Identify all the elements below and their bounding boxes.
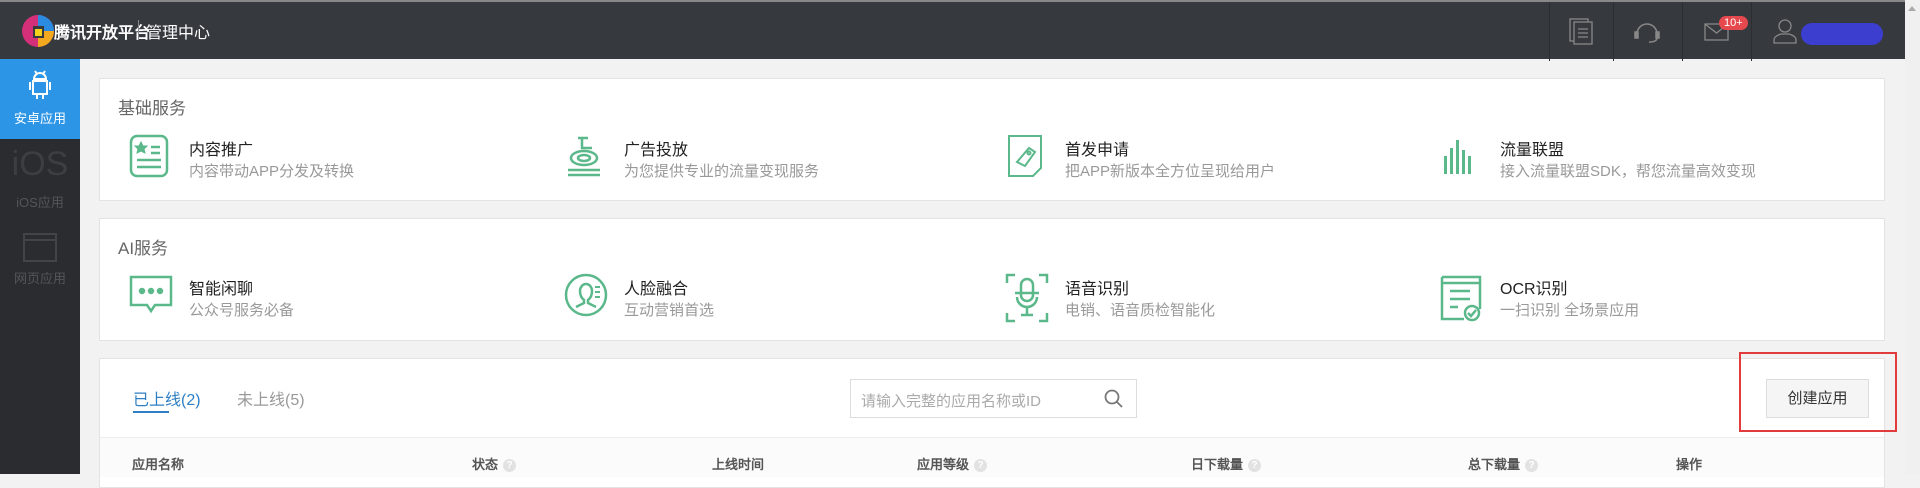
service-title: 流量联盟 bbox=[1500, 142, 1565, 159]
service-speech-recognition[interactable]: 语音识别 电销、语音质检智能化 bbox=[1005, 273, 1425, 323]
document-icon[interactable] bbox=[1566, 16, 1596, 46]
tencent-logo-icon[interactable] bbox=[20, 12, 56, 50]
service-traffic-alliance[interactable]: 流量联盟 接入流量联盟SDK，帮您流量高效变现 bbox=[1440, 134, 1860, 184]
app-search-input[interactable]: 请输入完整的应用名称或ID bbox=[850, 379, 1137, 418]
service-desc: 电销、语音质检智能化 bbox=[1065, 302, 1216, 319]
service-ad-placement[interactable]: 广告投放 为您提供专业的流量变现服务 bbox=[564, 134, 984, 184]
browser-window-icon bbox=[23, 233, 57, 262]
column-label: 应用名称 bbox=[132, 457, 185, 472]
notification-badge: 10+ bbox=[1719, 16, 1748, 30]
service-smart-chat[interactable]: 智能闲聊 公众号服务必备 bbox=[129, 273, 549, 323]
service-desc: 把APP新版本全方位呈现给用户 bbox=[1065, 163, 1276, 180]
column-daily-downloads[interactable]: 日下载量? bbox=[1191, 454, 1262, 473]
column-total-downloads[interactable]: 总下载量? bbox=[1468, 454, 1539, 473]
android-icon bbox=[29, 70, 51, 99]
brand-name[interactable]: 腾讯开放平台 bbox=[54, 19, 150, 43]
service-desc: 互动营销首选 bbox=[624, 302, 715, 319]
service-desc: 内容带动APP分发及转换 bbox=[189, 163, 355, 180]
column-launch-time[interactable]: 上线时间 bbox=[712, 454, 764, 473]
face-icon bbox=[564, 273, 608, 317]
table-header: 应用名称 状态? 上线时间 应用等级? 日下载量? 总下载量? 操作 bbox=[100, 437, 1884, 477]
headset-icon[interactable] bbox=[1632, 16, 1662, 46]
column-label: 日下载量 bbox=[1191, 457, 1244, 472]
section-title: 管理中心 bbox=[146, 25, 211, 42]
service-desc: 接入流量联盟SDK，帮您流量高效变现 bbox=[1500, 163, 1756, 180]
user-icon[interactable] bbox=[1770, 16, 1800, 46]
column-actions[interactable]: 操作 bbox=[1676, 454, 1702, 473]
service-title: 首发申请 bbox=[1065, 142, 1130, 159]
column-label: 应用等级 bbox=[917, 457, 970, 472]
column-label: 上线时间 bbox=[712, 457, 765, 472]
bar-chart-icon bbox=[1444, 140, 1471, 174]
service-desc: 为您提供专业的流量变现服务 bbox=[624, 163, 820, 180]
sidebar-item-label: 网页应用 bbox=[13, 271, 66, 286]
scroll-up-arrow-icon[interactable] bbox=[1908, 6, 1916, 11]
column-status[interactable]: 状态? bbox=[472, 454, 517, 473]
service-title: 智能闲聊 bbox=[189, 281, 254, 298]
service-title: 内容推广 bbox=[189, 142, 254, 159]
column-label: 状态 bbox=[472, 457, 499, 472]
service-content-promotion[interactable]: 内容推广 内容带动APP分发及转换 bbox=[129, 134, 549, 184]
sidebar-item-ios[interactable]: iOS iOS应用 bbox=[0, 139, 80, 219]
sidebar: 安卓应用 iOS iOS应用 网页应用 bbox=[0, 59, 80, 474]
column-app-name[interactable]: 应用名称 bbox=[132, 454, 184, 473]
column-label: 操作 bbox=[1676, 457, 1703, 472]
divider bbox=[1613, 2, 1614, 61]
ocr-document-icon bbox=[1440, 275, 1482, 322]
divider bbox=[1549, 2, 1550, 61]
service-title: OCR识别 bbox=[1500, 281, 1568, 298]
divider bbox=[1682, 2, 1683, 61]
tab-online[interactable]: 已上线(2) bbox=[133, 386, 201, 410]
chat-bubble-icon bbox=[129, 275, 173, 314]
tab-offline[interactable]: 未上线(5) bbox=[237, 386, 305, 410]
sidebar-item-android[interactable]: 安卓应用 bbox=[0, 59, 80, 139]
scrollbar[interactable] bbox=[1905, 0, 1920, 474]
help-icon[interactable]: ? bbox=[1248, 459, 1262, 473]
divider bbox=[1751, 2, 1752, 61]
column-app-level[interactable]: 应用等级? bbox=[917, 454, 988, 473]
basic-services-card: 基础服务 内容推广 内容带动APP分发及转换 广告投放 为您提供专业的流量变现服… bbox=[99, 78, 1885, 201]
tag-icon bbox=[1008, 135, 1042, 177]
ios-icon: iOS bbox=[11, 145, 69, 183]
sidebar-item-label: 安卓应用 bbox=[13, 111, 66, 126]
ad-target-icon bbox=[568, 136, 600, 177]
service-title: 语音识别 bbox=[1065, 281, 1130, 298]
service-title: 广告投放 bbox=[624, 142, 689, 159]
top-header: 腾讯开放平台 管理中心 10+ bbox=[0, 0, 1905, 61]
section-heading: 基础服务 bbox=[118, 99, 186, 118]
service-desc: 公众号服务必备 bbox=[189, 302, 295, 319]
section-heading: AI服务 bbox=[118, 239, 169, 258]
help-icon[interactable]: ? bbox=[1525, 459, 1539, 473]
microphone-scan-icon bbox=[1005, 273, 1049, 323]
service-first-launch[interactable]: 首发申请 把APP新版本全方位呈现给用户 bbox=[1005, 134, 1425, 184]
redacted-username[interactable] bbox=[1801, 23, 1883, 45]
ai-services-card: AI服务 智能闲聊 公众号服务必备 人脸融合 互动营销首选 语音识别 电销、语音… bbox=[99, 218, 1885, 341]
column-label: 总下载量 bbox=[1468, 457, 1521, 472]
highlight-box bbox=[1739, 352, 1897, 432]
service-title: 人脸融合 bbox=[624, 281, 689, 298]
sidebar-item-web[interactable]: 网页应用 bbox=[0, 219, 80, 299]
header-divider bbox=[138, 20, 139, 40]
service-face-fusion[interactable]: 人脸融合 互动营销首选 bbox=[564, 273, 984, 323]
active-tab-underline bbox=[133, 411, 169, 413]
apps-card: 已上线(2) 未上线(5) 请输入完整的应用名称或ID 创建应用 应用名称 状态… bbox=[99, 358, 1885, 488]
help-icon[interactable]: ? bbox=[503, 459, 517, 473]
service-ocr[interactable]: OCR识别 一扫识别 全场景应用 bbox=[1440, 273, 1860, 323]
content-list-icon bbox=[129, 134, 169, 178]
sidebar-item-label: iOS应用 bbox=[16, 195, 64, 210]
service-desc: 一扫识别 全场景应用 bbox=[1500, 302, 1640, 319]
search-icon[interactable] bbox=[1104, 389, 1124, 409]
search-placeholder: 请输入完整的应用名称或ID bbox=[861, 393, 1042, 410]
help-icon[interactable]: ? bbox=[974, 459, 988, 473]
